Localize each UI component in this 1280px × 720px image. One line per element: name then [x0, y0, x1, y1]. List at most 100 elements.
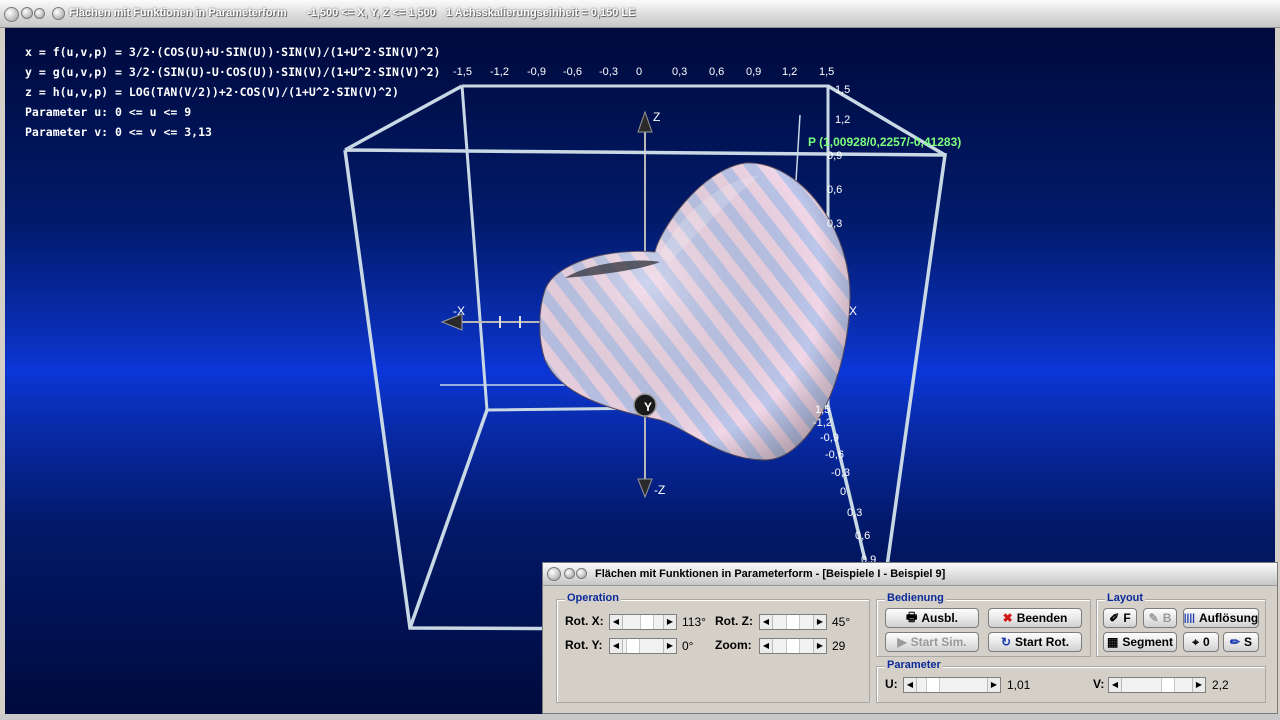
v-slider[interactable]: ◀ ▶ [1108, 677, 1206, 693]
zero-button[interactable]: ⌖ 0 [1183, 632, 1219, 652]
rot-y-label: Rot. Y: [565, 638, 603, 652]
top-tick: -0,6 [563, 66, 582, 78]
bedienung-group: Bedienung 🖶 Ausbl. ✖ Beenden ▶ Start Sim… [876, 592, 1091, 657]
window-scale: 1 Achsskalierungseinheit = 0,150 LE [446, 7, 636, 19]
parameter-group: Parameter U: ◀ ▶ 1,01 V: ◀ ▶ 2,2 [876, 659, 1266, 703]
beenden-button-label: Beenden [1016, 611, 1068, 625]
u-value: 1,01 [1007, 678, 1031, 692]
ausbl-button-label: Ausbl. [921, 611, 958, 625]
right-tick: -0,3 [831, 467, 850, 479]
dialog-titlebar[interactable]: Flächen mit Funktionen in Parameterform … [543, 563, 1277, 586]
rot-y-left-arrow-icon[interactable]: ◀ [610, 639, 623, 653]
minimize-orb-icon[interactable] [21, 7, 33, 19]
u-thumb[interactable] [926, 678, 940, 692]
start-sim-button-label: Start Sim. [910, 635, 967, 649]
start-rot-button[interactable]: ↻ Start Rot. [988, 632, 1082, 652]
rot-x-right-arrow-icon[interactable]: ▶ [663, 615, 676, 629]
pen-icon: ✏ [1229, 635, 1241, 649]
dialog-menu-orb-icon[interactable] [547, 567, 561, 581]
right-tick: 1,2 [835, 114, 851, 126]
rot-x-thumb[interactable] [640, 615, 654, 629]
v-thumb[interactable] [1161, 678, 1175, 692]
v-right-arrow-icon[interactable]: ▶ [1192, 678, 1205, 692]
start-sim-button[interactable]: ▶ Start Sim. [885, 632, 979, 652]
neg-z-axis-arrow-icon [637, 478, 653, 499]
top-tick: -0,9 [527, 66, 546, 78]
ausbl-button[interactable]: 🖶 Ausbl. [885, 608, 979, 628]
dialog-minimize-orb-icon[interactable] [564, 568, 575, 579]
u-left-arrow-icon[interactable]: ◀ [904, 678, 917, 692]
maximize-orb-icon[interactable] [34, 8, 45, 19]
start-rot-button-label: Start Rot. [1015, 635, 1070, 649]
segment-button[interactable]: ▦ Segment [1103, 632, 1177, 652]
parametric-surface [539, 162, 851, 461]
rot-z-right-arrow-icon[interactable]: ▶ [813, 615, 826, 629]
eraser-icon: ✎ [1148, 611, 1159, 625]
rot-y-slider[interactable]: ◀ ▶ [609, 638, 677, 654]
s-button[interactable]: ✏ S [1223, 632, 1259, 652]
f-button[interactable]: ✐ F [1103, 608, 1137, 628]
parameter-u-range: Parameter u: 0 <= u <= 9 [25, 105, 192, 119]
window-range: -1,500 <= X, Y, Z <= 1,500 [307, 7, 436, 19]
aufloesung-button[interactable]: |||| Auflösung [1183, 608, 1259, 628]
zero-button-label: 0 [1203, 635, 1210, 649]
top-tick: -1,5 [453, 66, 472, 78]
f-button-label: F [1123, 611, 1131, 625]
brush-icon: ✐ [1109, 611, 1120, 625]
formula-x: x = f(u,v,p) = 3/2·(COS(U)+U·SIN(U))·SIN… [25, 45, 441, 59]
right-tick: 1,5 [815, 404, 831, 416]
u-label: U: [885, 677, 898, 691]
control-dialog[interactable]: Flächen mit Funktionen in Parameterform … [542, 562, 1278, 714]
right-tick: -0,9 [820, 432, 839, 444]
u-right-arrow-icon[interactable]: ▶ [987, 678, 1000, 692]
rot-y-right-arrow-icon[interactable]: ▶ [663, 639, 676, 653]
zoom-left-arrow-icon[interactable]: ◀ [760, 639, 773, 653]
rotate-icon: ↻ [1000, 635, 1012, 649]
top-tick: 0,3 [672, 66, 688, 78]
zoom-right-arrow-icon[interactable]: ▶ [813, 639, 826, 653]
right-tick: 0,9 [827, 150, 843, 162]
v-left-arrow-icon[interactable]: ◀ [1109, 678, 1122, 692]
right-tick: 0,6 [827, 184, 843, 196]
rot-z-thumb[interactable] [786, 615, 800, 629]
beenden-button[interactable]: ✖ Beenden [988, 608, 1082, 628]
close-x-icon: ✖ [1002, 611, 1013, 625]
segment-button-label: Segment [1122, 635, 1174, 649]
crosshair-icon: ⌖ [1192, 634, 1200, 649]
right-tick: 0,6 [855, 530, 871, 542]
right-tick: 0,3 [827, 218, 843, 230]
v-label: V: [1093, 677, 1105, 691]
parameter-group-label: Parameter [885, 659, 943, 671]
rot-x-slider[interactable]: ◀ ▶ [609, 614, 677, 630]
layout-group-label: Layout [1105, 592, 1146, 604]
layout-group: Layout ✐ F ✎ B |||| Auflösung ▦ Segment … [1096, 592, 1266, 657]
top-tick: 0,6 [709, 66, 725, 78]
close-orb-icon[interactable] [52, 7, 65, 20]
rot-z-label: Rot. Z: [715, 614, 753, 628]
right-tick: -1,2 [813, 417, 832, 429]
rot-z-slider[interactable]: ◀ ▶ [759, 614, 827, 630]
main-titlebar[interactable]: Flächen mit Funktionen in Parameterform … [0, 0, 1280, 28]
zoom-slider[interactable]: ◀ ▶ [759, 638, 827, 654]
v-value: 2,2 [1212, 678, 1229, 692]
z-axis-arrow-icon [637, 110, 653, 133]
right-tick: -0,6 [825, 449, 844, 461]
y-axis-label: Y [644, 400, 653, 414]
top-tick: -0,3 [599, 66, 618, 78]
u-slider[interactable]: ◀ ▶ [903, 677, 1001, 693]
x-axis-label: X [849, 304, 858, 318]
dialog-title: Flächen mit Funktionen in Parameterform … [595, 568, 946, 580]
dialog-maximize-orb-icon[interactable] [576, 568, 587, 579]
parameter-v-range: Parameter v: 0 <= v <= 3,13 [25, 125, 212, 139]
rot-x-left-arrow-icon[interactable]: ◀ [610, 615, 623, 629]
zoom-thumb[interactable] [786, 639, 800, 653]
top-tick: 0 [636, 66, 643, 78]
play-icon: ▶ [897, 635, 907, 649]
rot-z-left-arrow-icon[interactable]: ◀ [760, 615, 773, 629]
aufloesung-button-label: Auflösung [1198, 611, 1259, 625]
window-bottom-frame [0, 714, 1280, 720]
window-menu-orb-icon[interactable] [4, 7, 19, 22]
rot-y-thumb[interactable] [626, 639, 640, 653]
point-label: P (1,00928/0,2257/-0,41283) [808, 135, 962, 149]
b-button[interactable]: ✎ B [1143, 608, 1177, 628]
